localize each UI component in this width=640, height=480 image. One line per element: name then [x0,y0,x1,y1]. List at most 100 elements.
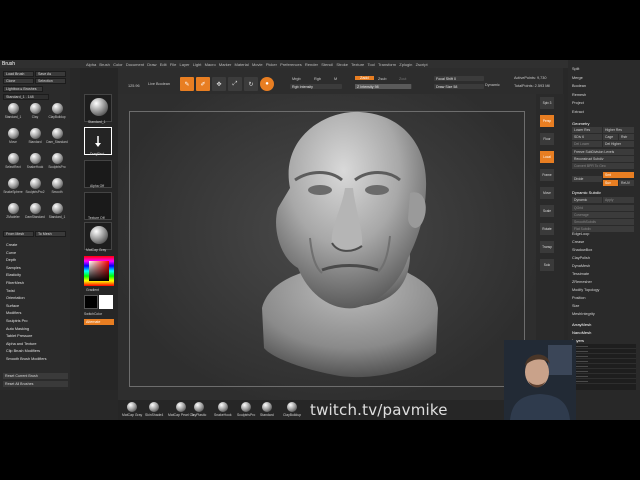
menu-zplugin[interactable]: Zplugin [399,62,412,67]
geometry-position[interactable]: Position [572,296,586,300]
sculpted-head-model[interactable] [250,108,450,393]
brush-item[interactable]: SculptrisPro2 [25,178,45,198]
brush-item[interactable]: Standard_1 [47,203,67,223]
brush-submenu-samples[interactable]: Samples [6,265,47,273]
brush-item[interactable]: ZModeler [3,203,23,223]
material-thumbnail[interactable] [84,222,112,250]
layer-slider[interactable] [574,381,588,382]
rgb-button[interactable]: Rgb [314,77,321,81]
tool-menu-project[interactable]: Project [572,101,584,105]
persp-button[interactable]: Persp [540,115,554,127]
menu-layer[interactable]: Layer [180,62,190,67]
rgb-intensity-slider[interactable]: Rgb Intensity [290,84,342,89]
apply-button[interactable]: Apply [603,197,634,203]
switch-color-label[interactable]: SwitchColor [84,312,102,316]
layer-slider[interactable] [574,351,588,352]
quick-material-skinshade4[interactable]: SkinShade4 [145,402,163,417]
layer-slider[interactable] [574,346,588,347]
menu-transform[interactable]: Transform [378,62,396,67]
brush-item[interactable]: Standard_1 [3,103,23,123]
menu-picker[interactable]: Picker [266,62,277,67]
edit-button[interactable]: ✎ [180,77,194,91]
brush-submenu-tablet-pressure[interactable]: Tablet Pressure [6,333,47,341]
geometry-title[interactable]: Geometry [572,121,590,126]
brush-item[interactable]: Standard [25,128,45,148]
zadd-button[interactable]: Zadd [355,76,374,80]
color-picker[interactable] [84,256,114,286]
quick-material-sculptrispro[interactable]: SculptrisPro [237,402,255,417]
tool-menu-boolean[interactable]: Boolean [572,84,586,88]
zsub-button[interactable]: Zsub [378,77,386,81]
nanomesh-title[interactable]: NanoMesh [572,330,591,335]
brush-submenu-elasticity[interactable]: Elasticity [6,272,47,280]
coverage-slider[interactable]: Coverage [572,212,634,218]
geometry-tessimate[interactable]: Tessimate [572,272,589,276]
brush-submenu-auto-masking[interactable]: Auto Masking [6,326,47,334]
menu-alpha[interactable]: Alpha [86,62,96,67]
brush-item[interactable]: SelectRect [3,153,23,173]
layer-slider[interactable] [574,361,588,362]
geometry-modify-topology[interactable]: Modify Topology [572,288,599,292]
local-button[interactable]: Local [540,151,554,163]
brush-submenu-surface[interactable]: Surface [6,303,47,311]
convert-bpr-button[interactable]: Convert BPR To Geo [572,163,634,169]
brush-submenu-create[interactable]: Create [6,242,47,250]
smt-toggle[interactable]: Smt [603,172,634,178]
z-intensity-slider[interactable]: Z Intensity 98 [355,84,412,89]
brush-submenu-smooth-brush-modifiers[interactable]: Smooth Brush Modifiers [6,356,47,364]
save-as-button[interactable]: Save As [35,71,66,77]
brush-submenu-depth[interactable]: Depth [6,257,47,265]
material-sphere-button[interactable]: ● [260,77,274,91]
smooth-subdiv-slider[interactable]: SmoothSubdiv [572,219,634,225]
draw-button[interactable]: ✐ [196,77,210,91]
geometry-zremesher[interactable]: ZRemesher [572,280,592,284]
flat-subdiv-slider[interactable]: Flat Subdiv [572,226,634,232]
menu-zscript[interactable]: Zscript [416,62,428,67]
brush-item[interactable]: DamStandard [25,203,45,223]
brush-item[interactable]: SculptrisPro [47,153,67,173]
arraymesh-title[interactable]: ArrayMesh [572,322,591,327]
brush-item[interactable]: SnakeSphere [3,178,23,198]
menu-edit[interactable]: Edit [160,62,167,67]
menu-light[interactable]: Light [193,62,202,67]
selection-button[interactable]: Selection [35,78,66,84]
tool-menu-extract[interactable]: Extract [572,110,584,114]
frame-button[interactable]: Frame [540,169,554,181]
quick-material-matcap-gray[interactable]: MatCap Gray [122,402,142,417]
to-mesh-button[interactable]: To Mesh [35,231,66,237]
live-boolean-button[interactable]: Live Boolean [148,82,170,86]
zcut-button[interactable]: Zcut [399,77,406,81]
qgrid-slider[interactable]: QGrid [572,205,634,211]
rotate-button[interactable]: Rotate [540,223,554,235]
current-brush-slider[interactable]: Standard_1 . 148 [3,94,49,100]
menu-stencil[interactable]: Stencil [321,62,333,67]
tool-menu-remesh[interactable]: Remesh [572,93,586,97]
brush-item[interactable]: SnakeHook [25,153,45,173]
menu-brush[interactable]: Brush [99,62,109,67]
menu-tool[interactable]: Tool [367,62,374,67]
alternate-button[interactable]: Alternate [84,319,114,325]
brush-item[interactable]: ClayBuildup [47,103,67,123]
menu-movie[interactable]: Movie [252,62,263,67]
geometry-size[interactable]: Size [572,304,579,308]
menu-marker[interactable]: Marker [219,62,231,67]
brush-item[interactable]: Smooth [47,178,67,198]
tool-menu-merge[interactable]: Merge [572,76,583,80]
spix-3-button[interactable]: Spix 3 [540,97,554,109]
geometry-claypolish[interactable]: ClayPolish [572,256,590,260]
brush-submenu-curve[interactable]: Curve [6,250,47,258]
lightbox-brushes-button[interactable]: Lightbox ▸ Brushes [3,86,43,92]
brush-item[interactable]: Move [3,128,23,148]
geometry-meshintegrity[interactable]: MeshIntegrity [572,312,595,316]
quick-material-snakehook[interactable]: SnakeHook [214,402,232,417]
scale-button[interactable]: ⤢ [228,77,242,91]
brush-submenu-fibermesh[interactable]: FiberMesh [6,280,47,288]
solo-button[interactable]: Solo [540,259,554,271]
brush-submenu-orientation[interactable]: Orientation [6,295,47,303]
layer-slider[interactable] [574,371,588,372]
menu-file[interactable]: File [170,62,176,67]
quick-material-standard[interactable]: Standard [260,402,274,417]
reuv-toggle[interactable]: ReUV [619,180,634,186]
menu-draw[interactable]: Draw [147,62,156,67]
layer-slider[interactable] [574,366,588,367]
